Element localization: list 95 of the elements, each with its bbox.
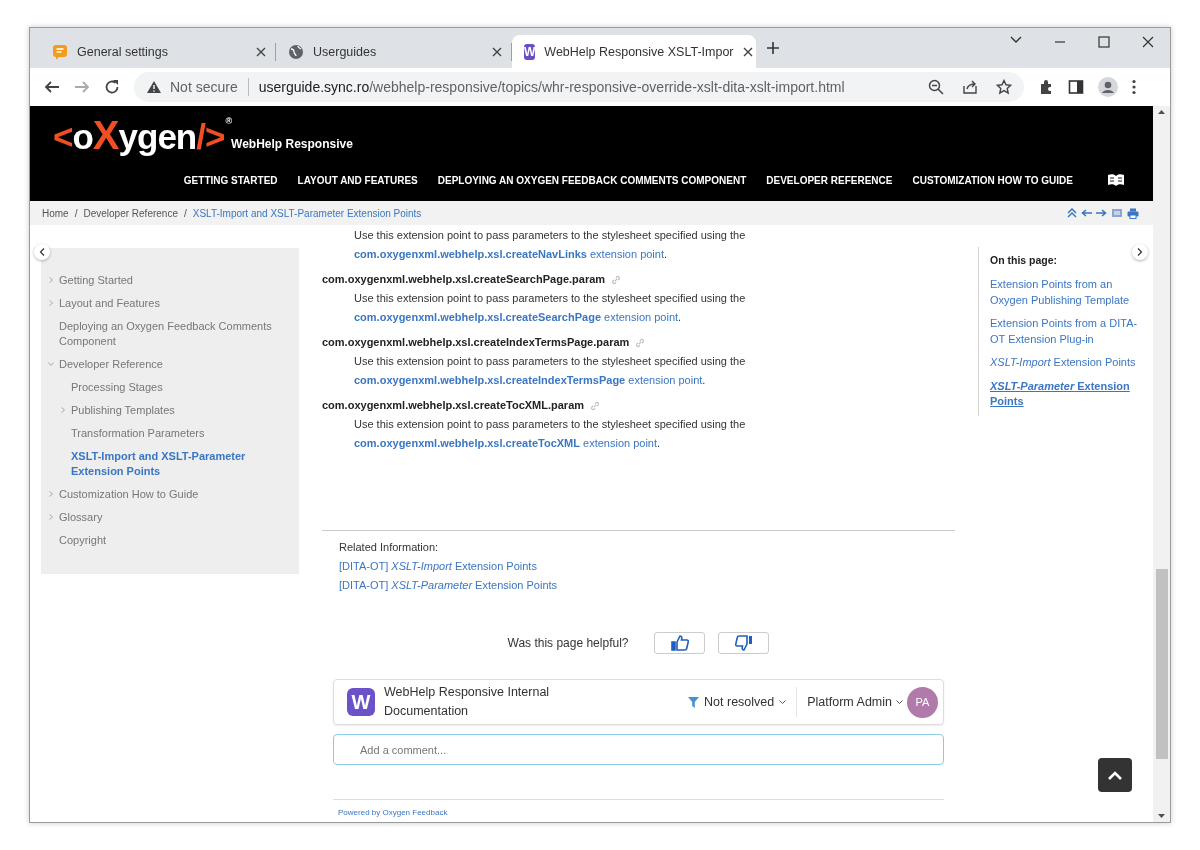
breadcrumb-separator: / bbox=[74, 207, 78, 219]
scroll-to-top-button[interactable] bbox=[1098, 758, 1132, 792]
oxygen-logo[interactable]: <oXygen/>$^{®}$ bbox=[53, 116, 232, 156]
share-icon[interactable] bbox=[962, 79, 978, 95]
related-title: Related Information: bbox=[339, 540, 440, 555]
collapse-sidebar-button[interactable] bbox=[34, 244, 50, 260]
address-bar[interactable]: Not secure userguide.sync.ro/webhelp-responsive/topics/whr-responsive-override-xslt-dita-xslt-import.html bbox=[134, 72, 1024, 102]
reload-icon[interactable] bbox=[104, 79, 120, 95]
collapse-up-icon[interactable] bbox=[1067, 208, 1077, 218]
thumbs-down-icon bbox=[735, 635, 753, 651]
breadcrumb-link[interactable]: Developer Reference bbox=[83, 207, 178, 219]
sidebar-item[interactable]: Deploying an Oxygen Feedback Comments Component bbox=[59, 319, 291, 349]
close-icon[interactable] bbox=[256, 46, 266, 57]
sidebar-item[interactable]: Transformation Parameters bbox=[71, 426, 291, 441]
browser-tab[interactable]: W WebHelp Responsive XSLT-Impor bbox=[512, 35, 756, 68]
term-text: com.oxygenxml.webhelp.xsl.createIndexTermsPage.param bbox=[322, 335, 630, 350]
chevron-right-icon bbox=[1137, 248, 1143, 256]
toc-link[interactable]: XSLT-Parameter Extension Points bbox=[990, 378, 1145, 410]
close-icon[interactable] bbox=[1142, 36, 1154, 48]
description-text: Use this extension point to pass parameters to the stylesheet specified using the com.oxygenxml.webhelp.xsl.createSearchPage extension point. bbox=[353, 291, 747, 325]
browser-tab[interactable]: Userguides bbox=[276, 35, 512, 68]
close-icon[interactable] bbox=[492, 46, 502, 57]
new-tab-icon[interactable] bbox=[766, 41, 780, 55]
back-arrow-icon[interactable] bbox=[44, 79, 60, 95]
chevron-left-icon bbox=[39, 248, 45, 256]
extension-point-link[interactable]: com.oxygenxml.webhelp.xsl.createNavLinks extension point bbox=[354, 248, 664, 260]
thumbs-up-button[interactable] bbox=[654, 632, 706, 654]
webhelp-logo-icon: W bbox=[524, 43, 536, 60]
scrollbar[interactable] bbox=[1153, 106, 1170, 822]
sidebar-item[interactable]: Copyright bbox=[59, 533, 291, 548]
description-text: Use this extension point to pass parameters to the stylesheet specified using the com.oxygenxml.webhelp.xsl.createIndexTermsPage extension point. bbox=[353, 354, 747, 388]
sidebar-item[interactable]: Getting Started bbox=[59, 273, 291, 288]
print-icon[interactable] bbox=[1127, 207, 1139, 219]
related-link[interactable]: [DITA-OT] XSLT-Parameter Extension Points bbox=[339, 576, 558, 595]
powered-by-link[interactable]: Powered by Oxygen Feedback bbox=[338, 808, 448, 818]
breadcrumb-separator: / bbox=[183, 207, 187, 219]
star-icon[interactable] bbox=[996, 79, 1012, 95]
scroll-up-arrow-icon[interactable] bbox=[1158, 110, 1165, 114]
menu-icon[interactable] bbox=[1132, 79, 1136, 95]
sidebar-item[interactable]: Customization How to Guide bbox=[59, 487, 291, 502]
close-icon[interactable] bbox=[742, 46, 753, 57]
sidebar-item[interactable]: XSLT-Import and XSLT-Parameter Extension Points bbox=[71, 449, 291, 479]
helpful-question: Was this page helpful? bbox=[507, 636, 629, 650]
nav-link[interactable]: DEPLOYING AN OXYGEN FEEDBACK COMMENTS COMPONENT bbox=[437, 174, 747, 186]
warning-icon bbox=[146, 80, 162, 94]
sidebar-item[interactable]: Developer Reference bbox=[59, 357, 291, 372]
breadcrumb-link[interactable]: Home bbox=[42, 207, 69, 219]
zoom-out-icon[interactable] bbox=[928, 79, 944, 95]
sidebar-item[interactable]: Layout and Features bbox=[59, 296, 291, 311]
scrollbar-thumb[interactable] bbox=[1155, 569, 1168, 759]
sidebar-item[interactable]: Publishing Templates bbox=[71, 403, 291, 418]
thumbs-down-button[interactable] bbox=[718, 632, 770, 654]
user-menu[interactable]: Platform Admin bbox=[797, 695, 903, 709]
webhelp-logo-icon: W bbox=[347, 688, 375, 716]
right-arrow-icon[interactable] bbox=[1096, 208, 1107, 218]
description-text: Use this extension point to pass parameters to the stylesheet specified using the com.oxygenxml.webhelp.xsl.createTocXML extension point. bbox=[353, 417, 747, 451]
nav-link[interactable]: CUSTOMIZATION HOW TO GUIDE bbox=[912, 174, 1073, 186]
toc-link[interactable]: Extension Points from a DITA-OT Extension Plug-in bbox=[990, 316, 1145, 347]
chevron-down-icon bbox=[779, 699, 787, 705]
filter-icon bbox=[688, 696, 700, 708]
collapse-toc-button[interactable] bbox=[1132, 244, 1148, 260]
sidebar-item[interactable]: Glossary bbox=[59, 510, 291, 525]
url-text: userguide.sync.ro/webhelp-responsive/topics/whr-responsive-override-xslt-dita-xslt-import.html bbox=[258, 79, 846, 95]
toc-link[interactable]: Extension Points from an Oxygen Publishing Template bbox=[990, 277, 1145, 308]
nav-link[interactable]: DEVELOPER REFERENCE bbox=[766, 174, 893, 186]
chevron-down-icon bbox=[896, 699, 903, 705]
term-text: com.oxygenxml.webhelp.xsl.createTocXML.param bbox=[322, 398, 585, 413]
security-label: Not secure bbox=[170, 79, 238, 95]
nav-link[interactable]: GETTING STARTED bbox=[183, 174, 278, 186]
breadcrumb-link[interactable]: XSLT-Import and XSLT-Parameter Extension Points bbox=[192, 207, 422, 219]
globe-icon bbox=[288, 43, 304, 60]
left-arrow-icon[interactable] bbox=[1081, 208, 1092, 218]
status-filter-dropdown[interactable]: Not resolved bbox=[688, 687, 798, 717]
puzzle-icon[interactable] bbox=[1038, 79, 1054, 95]
chat-bubble-icon bbox=[52, 43, 68, 60]
comment-field[interactable]: Add a comment... bbox=[333, 734, 944, 765]
book-icon[interactable] bbox=[1107, 173, 1125, 187]
thumbs-up-icon bbox=[671, 635, 689, 651]
chevron-up-icon bbox=[1108, 770, 1122, 780]
product-title: WebHelp Responsive Internal Documentation bbox=[384, 684, 551, 720]
profile-icon[interactable] bbox=[1098, 77, 1118, 97]
chevron-down-icon[interactable] bbox=[1010, 36, 1022, 44]
toc-link[interactable]: XSLT-Import Extension Points bbox=[990, 355, 1145, 371]
browser-tab[interactable]: General settings bbox=[40, 35, 276, 68]
user-avatar[interactable]: PA bbox=[907, 686, 938, 718]
side-panel-icon[interactable] bbox=[1068, 79, 1084, 95]
toc-title: On this page: bbox=[990, 254, 1059, 266]
scroll-down-arrow-icon[interactable] bbox=[1158, 814, 1165, 818]
related-link[interactable]: [DITA-OT] XSLT-Import Extension Points bbox=[339, 557, 537, 576]
nav-link[interactable]: LAYOUT AND FEATURES bbox=[297, 174, 418, 186]
sidebar-item[interactable]: Processing Stages bbox=[71, 380, 291, 395]
maximize-icon[interactable] bbox=[1098, 36, 1110, 48]
product-name: WebHelp Responsive bbox=[231, 137, 353, 151]
description-text: Use this extension point to pass parameters to the stylesheet specified using the com.oxygenxml.webhelp.xsl.createNavLinks extension point. bbox=[353, 228, 747, 262]
term-text: com.oxygenxml.webhelp.xsl.createSearchPage.param bbox=[322, 272, 606, 287]
